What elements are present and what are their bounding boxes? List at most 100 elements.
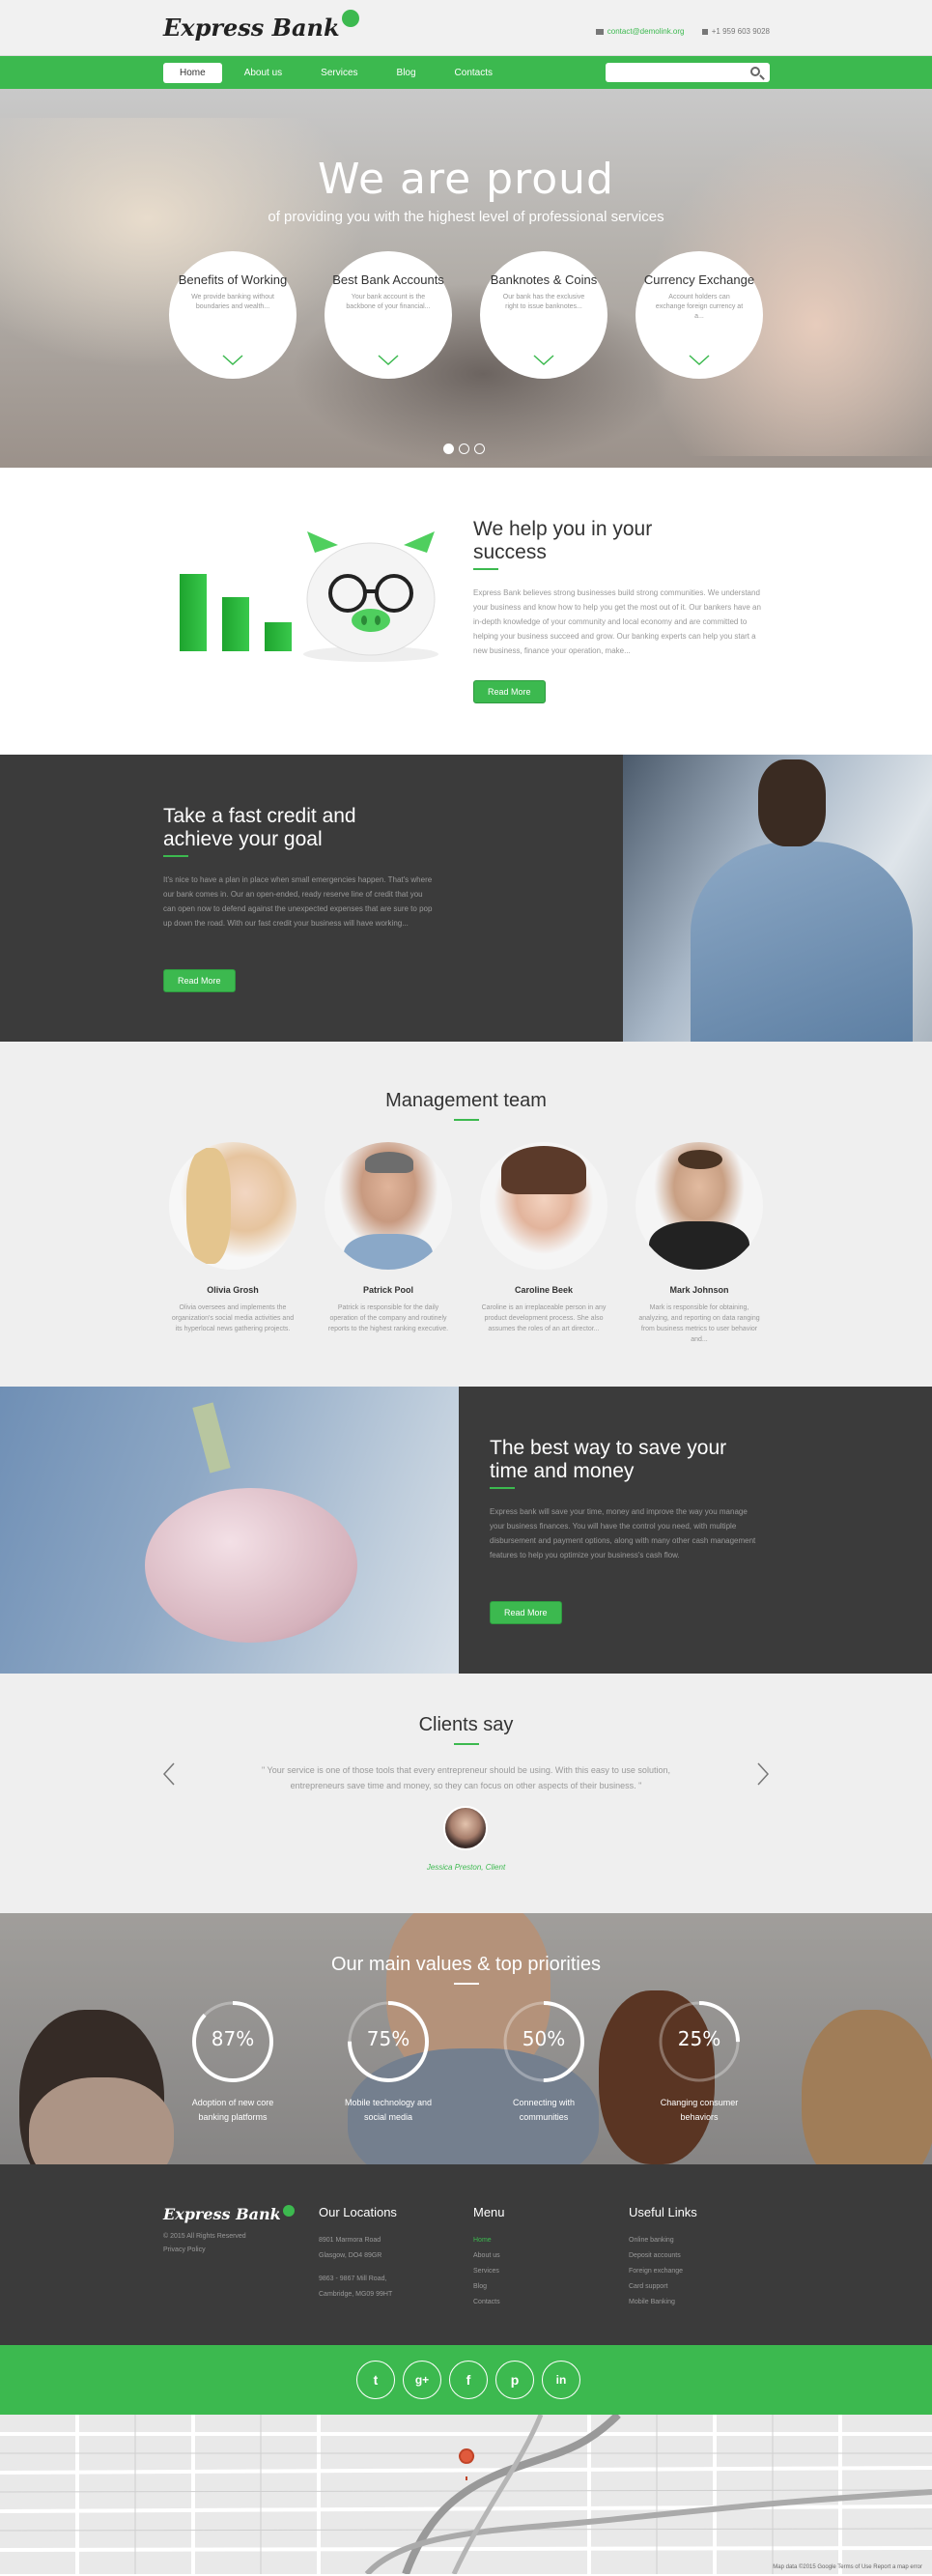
footer-link[interactable]: Mobile Banking bbox=[629, 2295, 697, 2310]
feature-text: We provide banking without boundaries an… bbox=[191, 294, 274, 310]
footer-menu: Menu Home About us Services Blog Contact… bbox=[473, 2205, 505, 2310]
search-input[interactable] bbox=[606, 63, 741, 83]
nav-about-us[interactable]: About us bbox=[228, 63, 298, 83]
value-percent: 75% bbox=[366, 2027, 410, 2050]
member-name: Mark Johnson bbox=[669, 1285, 729, 1295]
hero-title: We are proud bbox=[318, 155, 614, 204]
chevron-right-icon[interactable] bbox=[756, 1762, 770, 1786]
chevron-down-icon[interactable] bbox=[378, 355, 399, 365]
credit-text: It's nice to have a plan in place when s… bbox=[163, 875, 433, 928]
nav-blog[interactable]: Blog bbox=[381, 63, 433, 83]
footer-link[interactable]: Foreign exchange bbox=[629, 2264, 697, 2279]
map-attribution: Map data ©2015 Google Terms of Use Repor… bbox=[773, 2564, 922, 2570]
feature-text: Account holders can exchange foreign cur… bbox=[655, 294, 744, 320]
privacy-policy-link[interactable]: Privacy Policy bbox=[163, 2244, 246, 2257]
avatar bbox=[635, 1142, 763, 1270]
slider-pagination bbox=[443, 444, 490, 454]
feature-card-banknotes[interactable]: Banknotes & Coins Our bank has the exclu… bbox=[480, 251, 607, 379]
feature-title: Best Bank Accounts bbox=[332, 272, 444, 287]
footer-menu-item[interactable]: Home bbox=[473, 2233, 505, 2248]
team-title: Management team bbox=[385, 1090, 547, 1111]
help-section: We help you in your success Express Bank… bbox=[0, 468, 932, 755]
value-progress-circle: 25% Changing consumer behaviors bbox=[656, 1998, 743, 2125]
team-member[interactable]: Patrick Pool Patrick is responsible for … bbox=[325, 1142, 452, 1345]
footer-menu-item[interactable]: Services bbox=[473, 2264, 505, 2279]
feature-card-benefits[interactable]: Benefits of Working We provide banking w… bbox=[169, 251, 297, 379]
phone-icon bbox=[701, 28, 708, 35]
read-more-button[interactable]: Read More bbox=[490, 1601, 562, 1624]
value-progress-circle: 75% Mobile technology and social media bbox=[345, 1998, 432, 2125]
read-more-button[interactable]: Read More bbox=[163, 969, 236, 992]
title-underline bbox=[490, 1487, 515, 1489]
testimonials-section: Clients say " Your service is one of tho… bbox=[0, 1674, 932, 1913]
value-percent: 25% bbox=[677, 2027, 721, 2050]
chevron-left-icon[interactable] bbox=[162, 1762, 176, 1786]
footer-heading: Our Locations bbox=[319, 2205, 397, 2219]
piggy-bank-image bbox=[303, 531, 438, 662]
logo[interactable]: Express Bank bbox=[163, 10, 359, 42]
feature-text: Your bank account is the backbone of you… bbox=[346, 294, 431, 310]
feature-card-currency[interactable]: Currency Exchange Account holders can ex… bbox=[635, 251, 763, 379]
credit-section: Take a fast credit and achieve your goal… bbox=[0, 755, 932, 1042]
value-progress-circle: 87% Adoption of new core banking platform… bbox=[189, 1998, 276, 2125]
feature-title: Currency Exchange bbox=[643, 272, 755, 287]
linkedin-icon[interactable]: in bbox=[542, 2361, 580, 2399]
nav-contacts[interactable]: Contacts bbox=[438, 63, 509, 83]
copyright: © 2015 All Rights Reserved bbox=[163, 2233, 246, 2240]
facebook-icon[interactable]: f bbox=[449, 2361, 488, 2399]
read-more-button[interactable]: Read More bbox=[473, 680, 546, 703]
title-underline bbox=[163, 855, 188, 857]
credit-title: Take a fast credit and achieve your goal bbox=[163, 805, 356, 850]
footer-link[interactable]: Card support bbox=[629, 2279, 697, 2295]
footer-link[interactable]: Deposit accounts bbox=[629, 2248, 697, 2264]
feature-card-accounts[interactable]: Best Bank Accounts Your bank account is … bbox=[325, 251, 452, 379]
email-link[interactable]: contact@demolink.org bbox=[607, 27, 685, 36]
top-bar: Express Bank contact@demolink.org +1 959… bbox=[0, 0, 932, 56]
twitter-icon[interactable]: t bbox=[356, 2361, 395, 2399]
team-member[interactable]: Caroline Beek Caroline is an irreplaceab… bbox=[480, 1142, 607, 1345]
save-text: Express bank will save your time, money … bbox=[490, 1507, 756, 1560]
member-bio: Patrick is responsible for the daily ope… bbox=[327, 1304, 449, 1332]
footer-menu-item[interactable]: About us bbox=[473, 2248, 505, 2264]
hero-subtitle: of providing you with the highest level … bbox=[268, 209, 664, 225]
help-title: We help you in your success bbox=[473, 518, 653, 563]
avatar bbox=[325, 1142, 452, 1270]
nav-services[interactable]: Services bbox=[304, 63, 374, 83]
google-plus-icon[interactable]: g+ bbox=[403, 2361, 441, 2399]
chevron-down-icon[interactable] bbox=[533, 355, 554, 365]
feature-title: Banknotes & Coins bbox=[490, 272, 598, 287]
title-underline bbox=[454, 1743, 479, 1745]
map-roads bbox=[0, 2415, 932, 2574]
title-underline bbox=[454, 1119, 479, 1121]
feature-text: Our bank has the exclusive right to issu… bbox=[502, 294, 585, 310]
value-label: Changing consumer behaviors bbox=[660, 2098, 739, 2122]
map[interactable]: Map data ©2015 Google Terms of Use Repor… bbox=[0, 2415, 932, 2574]
footer-locations: Our Locations 8901 Marmora Road Glasgow,… bbox=[319, 2205, 397, 2298]
leaf-icon bbox=[341, 10, 359, 27]
footer-logo[interactable]: Express Bank bbox=[163, 2205, 295, 2223]
value-label: Adoption of new core banking platforms bbox=[191, 2098, 274, 2122]
search-icon[interactable] bbox=[750, 67, 760, 76]
footer-menu-item[interactable]: Blog bbox=[473, 2279, 505, 2295]
member-bio: Olivia oversees and implements the organ… bbox=[171, 1304, 295, 1332]
value-label: Mobile technology and social media bbox=[344, 2098, 433, 2122]
slider-dot[interactable] bbox=[459, 444, 469, 454]
title-underline bbox=[473, 568, 498, 570]
team-member[interactable]: Olivia Grosh Olivia oversees and impleme… bbox=[169, 1142, 297, 1345]
team-member[interactable]: Mark Johnson Mark is responsible for obt… bbox=[635, 1142, 763, 1345]
member-name: Olivia Grosh bbox=[207, 1285, 259, 1295]
avatar bbox=[169, 1142, 297, 1270]
slider-dot[interactable] bbox=[443, 444, 454, 454]
footer-link[interactable]: Online banking bbox=[629, 2233, 697, 2248]
nav-home[interactable]: Home bbox=[163, 63, 222, 83]
slider-dot[interactable] bbox=[474, 444, 485, 454]
value-progress-circle: 50% Connecting with communities bbox=[500, 1998, 587, 2125]
title-underline bbox=[454, 1983, 479, 1985]
chevron-down-icon[interactable] bbox=[689, 355, 710, 365]
pinterest-icon[interactable]: p bbox=[495, 2361, 534, 2399]
footer-menu-item[interactable]: Contacts bbox=[473, 2295, 505, 2310]
avatar bbox=[480, 1142, 607, 1270]
feature-title: Benefits of Working bbox=[178, 272, 288, 287]
client-name: Jessica Preston, Client bbox=[426, 1863, 506, 1872]
chevron-down-icon[interactable] bbox=[222, 355, 243, 365]
